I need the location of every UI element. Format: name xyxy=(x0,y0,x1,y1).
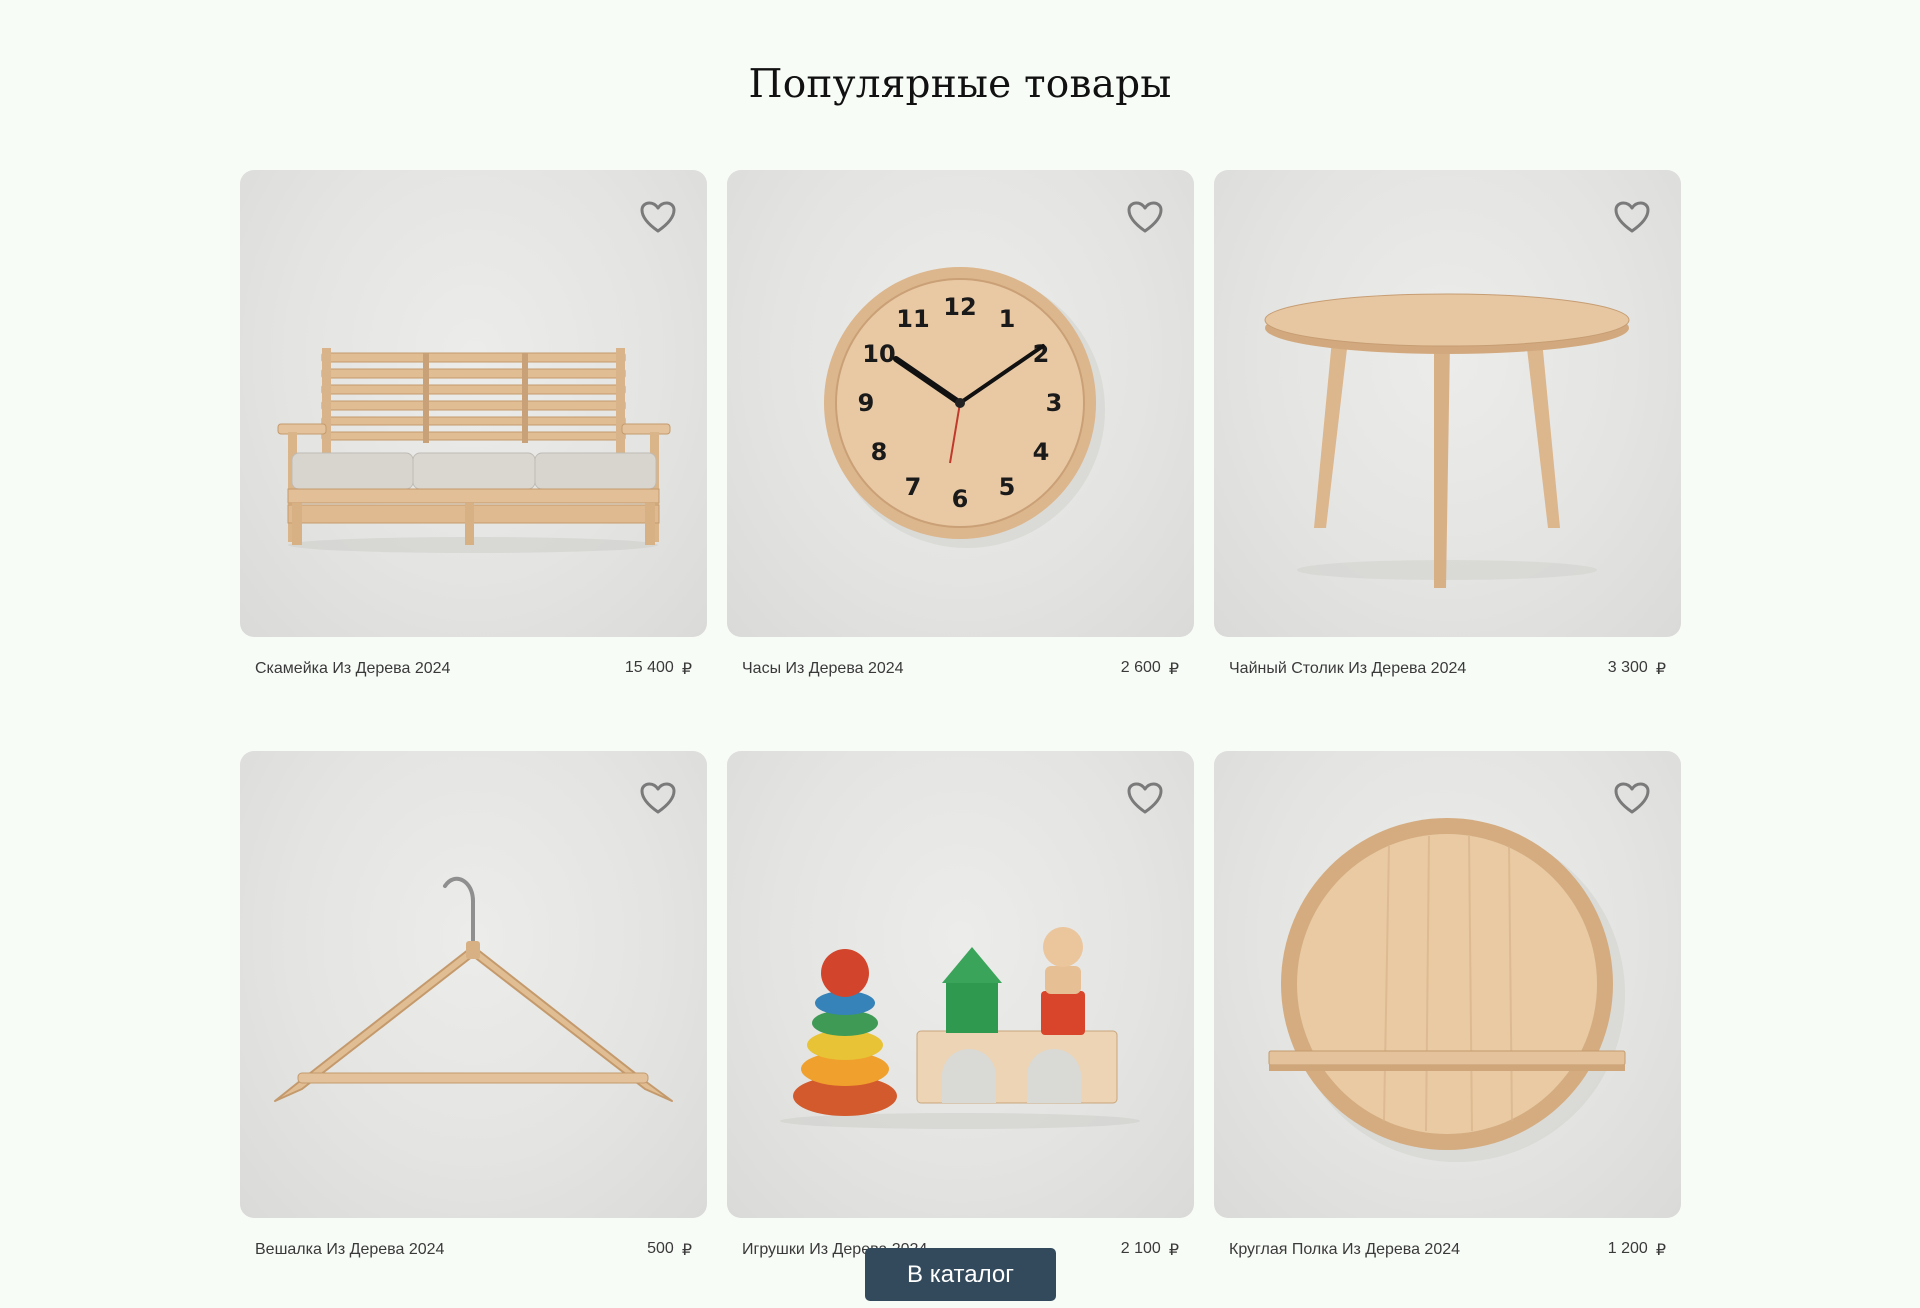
product-card[interactable]: Чайный Столик Из Дерева 2024 3 300 ₽ xyxy=(1214,170,1681,679)
favorite-button[interactable] xyxy=(1126,200,1164,234)
product-info: Круглая Полка Из Дерева 2024 1 200 ₽ xyxy=(1214,1240,1681,1260)
currency-symbol: ₽ xyxy=(1655,661,1666,678)
price-value: 2 100 xyxy=(1120,1240,1161,1257)
svg-text:8: 8 xyxy=(871,438,888,466)
currency-symbol: ₽ xyxy=(1168,661,1179,678)
product-card[interactable]: Вешалка Из Дерева 2024 500 ₽ xyxy=(240,751,707,1260)
heart-icon xyxy=(1614,201,1650,233)
wooden-coffee-table-image xyxy=(1264,293,1630,588)
product-info: Часы Из Дерева 2024 2 600 ₽ xyxy=(727,659,1194,679)
svg-text:9: 9 xyxy=(858,389,875,417)
wooden-hanger-image xyxy=(274,876,673,1102)
heart-icon xyxy=(640,782,676,814)
svg-text:4: 4 xyxy=(1033,438,1050,466)
heart-icon xyxy=(1127,201,1163,233)
product-grid: Скамейка Из Дерева 2024 15 400 ₽ 12 1 2 … xyxy=(240,170,1681,1260)
price-value: 1 200 xyxy=(1607,1240,1648,1257)
svg-text:6: 6 xyxy=(952,485,969,513)
svg-text:11: 11 xyxy=(896,305,929,333)
product-info: Чайный Столик Из Дерева 2024 3 300 ₽ xyxy=(1214,659,1681,679)
heart-icon xyxy=(1127,782,1163,814)
product-price: 1 200 ₽ xyxy=(1608,1240,1666,1260)
heart-icon xyxy=(640,201,676,233)
product-card[interactable]: 12 1 2 3 4 5 6 7 8 9 10 11 Часы Из Дерев… xyxy=(727,170,1194,679)
product-info: Скамейка Из Дерева 2024 15 400 ₽ xyxy=(240,659,707,679)
price-value: 3 300 xyxy=(1607,659,1648,676)
price-value: 15 400 xyxy=(624,659,674,676)
currency-symbol: ₽ xyxy=(1655,1242,1666,1259)
favorite-button[interactable] xyxy=(1613,781,1651,815)
product-card[interactable]: Скамейка Из Дерева 2024 15 400 ₽ xyxy=(240,170,707,679)
product-image-toys[interactable] xyxy=(727,751,1194,1218)
product-info: Вешалка Из Дерева 2024 500 ₽ xyxy=(240,1240,707,1260)
currency-symbol: ₽ xyxy=(1168,1242,1179,1259)
price-value: 500 xyxy=(647,1240,674,1257)
round-wooden-shelf-image xyxy=(1268,818,1626,1162)
heart-icon xyxy=(1614,782,1650,814)
currency-symbol: ₽ xyxy=(681,1242,692,1259)
product-price: 3 300 ₽ xyxy=(1608,659,1666,679)
wooden-clock-image: 12 1 2 3 4 5 6 7 8 9 10 11 xyxy=(824,267,1105,548)
product-name[interactable]: Чайный Столик Из Дерева 2024 xyxy=(1229,660,1466,678)
product-price: 500 ₽ xyxy=(647,1240,692,1260)
svg-text:3: 3 xyxy=(1046,389,1063,417)
wooden-bench-image xyxy=(277,348,671,553)
product-card[interactable]: Круглая Полка Из Дерева 2024 1 200 ₽ xyxy=(1214,751,1681,1260)
svg-text:10: 10 xyxy=(862,340,895,368)
svg-text:2: 2 xyxy=(1033,340,1050,368)
svg-text:5: 5 xyxy=(999,473,1016,501)
product-name[interactable]: Круглая Полка Из Дерева 2024 xyxy=(1229,1241,1460,1259)
product-name[interactable]: Вешалка Из Дерева 2024 xyxy=(255,1241,444,1259)
product-image-round-shelf[interactable] xyxy=(1214,751,1681,1218)
wooden-toys-image xyxy=(780,927,1140,1129)
product-card[interactable]: Игрушки Из Дерева 2024 2 100 ₽ xyxy=(727,751,1194,1260)
favorite-button[interactable] xyxy=(1126,781,1164,815)
favorite-button[interactable] xyxy=(639,781,677,815)
section-title: Популярные товары xyxy=(748,62,1172,107)
price-value: 2 600 xyxy=(1120,659,1161,676)
svg-text:12: 12 xyxy=(943,293,976,321)
currency-symbol: ₽ xyxy=(681,661,692,678)
product-image-hanger[interactable] xyxy=(240,751,707,1218)
product-price: 2 100 ₽ xyxy=(1121,1240,1179,1260)
svg-text:7: 7 xyxy=(905,473,922,501)
product-price: 2 600 ₽ xyxy=(1121,659,1179,679)
product-name[interactable]: Часы Из Дерева 2024 xyxy=(742,660,904,678)
favorite-button[interactable] xyxy=(1613,200,1651,234)
catalog-button[interactable]: В каталог xyxy=(865,1248,1056,1301)
product-image-coffee-table[interactable] xyxy=(1214,170,1681,637)
product-image-clock[interactable]: 12 1 2 3 4 5 6 7 8 9 10 11 xyxy=(727,170,1194,637)
product-image-bench[interactable] xyxy=(240,170,707,637)
favorite-button[interactable] xyxy=(639,200,677,234)
product-price: 15 400 ₽ xyxy=(625,659,692,679)
svg-text:1: 1 xyxy=(999,305,1016,333)
product-name[interactable]: Скамейка Из Дерева 2024 xyxy=(255,660,450,678)
